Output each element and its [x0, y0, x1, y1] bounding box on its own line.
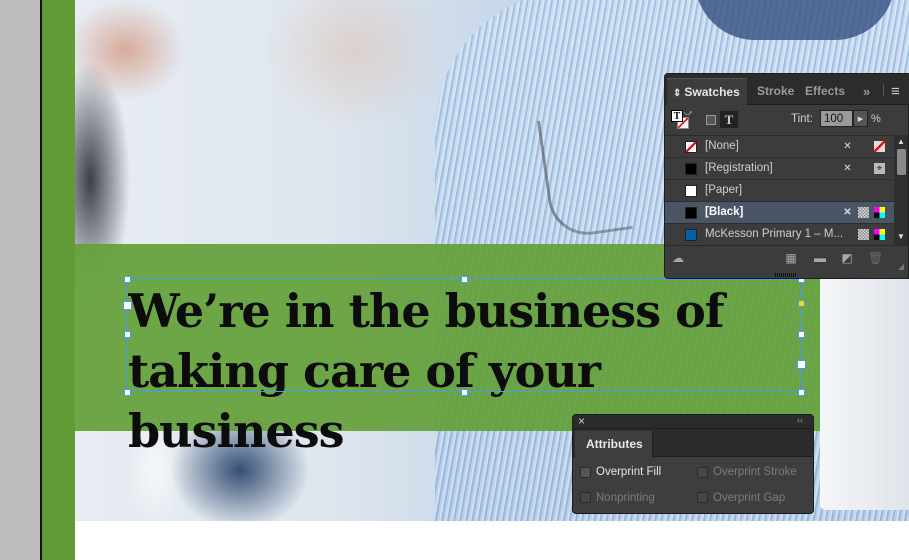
formatting-text-icon[interactable]: T	[720, 111, 738, 128]
swatches-footer: ☁ ▦ ▬ ◩ 🗑 ◢	[665, 245, 909, 272]
scroll-down-icon[interactable]: ▼	[896, 232, 906, 242]
new-swatch-icon[interactable]: ◩	[840, 252, 854, 265]
pasteboard	[0, 0, 41, 560]
cmyk-mode-icon	[874, 207, 885, 218]
black-swatch-chip	[685, 207, 697, 219]
registration-mark-icon: ⌖	[874, 163, 885, 174]
in-port[interactable]	[123, 301, 132, 310]
swatch-row-black[interactable]: [Black] ✕	[665, 202, 894, 224]
swatch-row-paper[interactable]: [Paper]	[665, 180, 894, 202]
overprint-stroke-label: Overprint Stroke	[713, 466, 797, 478]
registration-swatch-chip	[685, 163, 697, 175]
overprint-gap-label: Overprint Gap	[713, 492, 786, 504]
handle-bottom-left[interactable]	[124, 389, 131, 396]
not-editable-icon: ✕	[843, 141, 852, 152]
handle-bottom-right[interactable]	[798, 389, 805, 396]
green-margin-strip	[42, 0, 75, 560]
swatch-list: [None] ✕ [Registration] ✕ ⌖ [Paper] [Bla…	[665, 135, 894, 245]
handle-top-center[interactable]	[461, 276, 468, 283]
scroll-up-icon[interactable]: ▲	[896, 137, 906, 147]
fill-stroke-proxy-icon[interactable]: T ⤻	[671, 108, 693, 130]
tint-unit: %	[871, 113, 881, 125]
tab-swatches[interactable]: ⇕ Swatches	[667, 78, 747, 105]
tint-input[interactable]: 100	[820, 110, 853, 127]
not-editable-icon: ✕	[843, 207, 852, 218]
swatch-list-scrollbar[interactable]: ▲ ▼	[894, 135, 908, 245]
collapse-arrows-icon: ⇕	[673, 88, 682, 99]
out-port[interactable]	[797, 360, 806, 369]
delete-swatch-icon[interactable]: 🗑	[868, 252, 883, 265]
new-color-group-icon[interactable]: ▬	[813, 252, 827, 265]
handle-bottom-center[interactable]	[461, 389, 468, 396]
page-bottom-area	[75, 521, 909, 560]
overprint-fill-label: Overprint Fill	[596, 466, 662, 478]
cc-libraries-icon[interactable]: ☁	[671, 252, 685, 265]
live-corner-handle[interactable]	[798, 300, 805, 307]
none-swatch-chip	[685, 141, 697, 153]
swatches-panel: ⇕ Swatches Stroke Effects » ≡ T ⤻ T Tint:…	[664, 73, 909, 279]
overprint-stroke-checkbox[interactable]	[697, 467, 708, 478]
nonprinting-checkbox[interactable]	[580, 492, 591, 503]
swatch-row-registration[interactable]: [Registration] ✕ ⌖	[665, 158, 894, 180]
resize-grip-icon[interactable]: ◢	[894, 260, 908, 273]
overprint-gap-checkbox[interactable]	[697, 492, 708, 503]
swatches-toolbar: T ⤻ T Tint: 100 ▶ %	[665, 105, 909, 135]
formatting-container-icon[interactable]	[706, 115, 716, 125]
overprint-fill-checkbox[interactable]	[580, 467, 591, 478]
paper-swatch-chip	[685, 185, 697, 197]
panel-drag-grip[interactable]	[775, 273, 797, 277]
none-mode-icon	[874, 141, 885, 152]
mckesson-swatch-chip	[685, 229, 697, 241]
nonprinting-label: Nonprinting	[596, 492, 655, 504]
scroll-thumb[interactable]	[897, 149, 906, 175]
cmyk-mode-icon	[874, 229, 885, 240]
swatch-row-mckesson-primary[interactable]: McKesson Primary 1 – M...	[665, 224, 894, 245]
handle-top-left[interactable]	[124, 276, 131, 283]
tab-effects[interactable]: Effects	[799, 78, 851, 105]
attributes-panel: × ‹‹ Attributes Overprint Fill Overprint…	[572, 414, 814, 514]
process-color-icon	[858, 229, 869, 240]
tint-label: Tint:	[791, 113, 813, 125]
photo-laptop	[820, 270, 909, 510]
text-fill-icon: T	[671, 110, 683, 122]
handle-middle-left[interactable]	[124, 331, 131, 338]
text-frame-selection[interactable]	[127, 279, 802, 392]
indesign-workspace: We’re in the business of taking care of …	[0, 0, 909, 560]
tab-stroke[interactable]: Stroke	[751, 78, 800, 105]
tab-attributes[interactable]: Attributes	[575, 431, 653, 458]
panel-tab-bar: ⇕ Swatches Stroke Effects » ≡	[665, 74, 909, 105]
swap-arrow-icon: ⤻	[684, 108, 693, 117]
collapse-icon[interactable]: ‹‹	[797, 415, 803, 425]
tint-slider-arrow-icon[interactable]: ▶	[853, 110, 868, 127]
panel-title-bar[interactable]: × ‹‹	[573, 414, 813, 429]
process-color-icon	[858, 207, 869, 218]
tab-divider	[883, 84, 884, 96]
double-chevron-right-icon[interactable]: »	[857, 78, 876, 105]
panel-menu-icon[interactable]: ≡	[885, 78, 906, 105]
attributes-tab-bar: Attributes	[573, 429, 813, 458]
not-editable-icon: ✕	[843, 163, 852, 174]
swatch-row-none[interactable]: [None] ✕	[665, 136, 894, 158]
close-icon[interactable]: ×	[578, 414, 585, 428]
show-swatch-views-icon[interactable]: ▦	[784, 252, 798, 265]
handle-middle-right[interactable]	[798, 331, 805, 338]
